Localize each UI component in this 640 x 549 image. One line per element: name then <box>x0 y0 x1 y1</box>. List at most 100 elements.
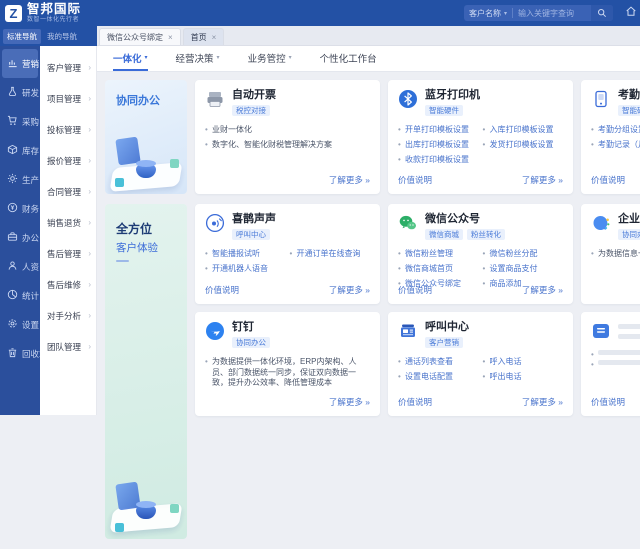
card-feature-link[interactable]: 智能播报试听 <box>205 249 286 259</box>
sidebar-item-hr[interactable]: 人资 <box>2 252 38 281</box>
search-category-dropdown[interactable]: 客户名称 ▾ <box>464 8 512 19</box>
search-button[interactable] <box>591 5 613 21</box>
tab-personal-workbench[interactable]: 个性化工作台 <box>320 46 377 71</box>
chevron-down-icon: ▾ <box>289 54 292 61</box>
tab-integration[interactable]: 一体化▾ <box>113 46 148 71</box>
sidebar-item-settings[interactable]: 设置 <box>2 310 38 339</box>
card-feature-link[interactable]: 设置电话配置 <box>398 372 479 382</box>
nav-mode-switch: 标准导航 我的导航 <box>0 26 97 46</box>
card-tag: 税控对接 <box>232 105 270 117</box>
promo-title-line1: 全方位 <box>116 220 187 237</box>
submenu-item-bidding-management[interactable]: 投标管理› <box>40 114 96 145</box>
card-feature-link[interactable]: 开通订单在线查询 <box>290 249 371 259</box>
invoice-printer-icon <box>205 89 225 109</box>
learn-more-link[interactable]: 了解更多 » <box>329 396 370 408</box>
card-title: 微信公众号 <box>425 213 505 226</box>
learn-more-link[interactable]: 了解更多 » <box>329 284 370 296</box>
chevron-right-icon: › <box>88 94 91 103</box>
submenu-item-project-management[interactable]: 项目管理› <box>40 83 96 114</box>
sidebar-item-production[interactable]: 生产 <box>2 165 38 194</box>
chevron-down-icon: ▾ <box>504 10 507 17</box>
card-feature-link[interactable]: 发货打印模板设置 <box>483 140 564 150</box>
card-feature-link[interactable]: 微信商城首页 <box>398 264 479 274</box>
submenu-item-after-sales-repair[interactable]: 售后维修› <box>40 269 96 300</box>
chevron-right-icon: › <box>88 63 91 72</box>
card-title: 蓝牙打印机 <box>425 89 480 102</box>
value-note-link[interactable]: 价值说明 <box>398 396 432 408</box>
submenu-item-sales-return[interactable]: 销售退货› <box>40 207 96 238</box>
sidebar-item-recycle-bin[interactable]: 回收站 <box>2 339 38 368</box>
card-feature-link[interactable]: 出库打印模板设置 <box>398 140 479 150</box>
submenu-item-quotation-management[interactable]: 报价管理› <box>40 145 96 176</box>
value-note-link[interactable]: 价值说明 <box>205 284 239 296</box>
tab-business-control[interactable]: 业务管控▾ <box>248 46 292 71</box>
card-feature-link[interactable]: 呼出电话 <box>483 372 564 382</box>
chevron-right-icon: › <box>88 249 91 258</box>
card-feature-link[interactable]: 收款打印模板设置 <box>398 155 479 165</box>
submenu-item-after-sales-management[interactable]: 售后管理› <box>40 238 96 269</box>
nav-tab-mine[interactable]: 我的导航 <box>43 29 81 44</box>
card-feature-link[interactable]: 开通机器人语音 <box>205 264 286 274</box>
chevron-right-icon: › <box>88 156 91 165</box>
learn-more-link[interactable]: 了解更多 » <box>329 174 370 186</box>
card-feature-link[interactable]: 考勤记录（月） <box>591 140 640 150</box>
bluetooth-icon <box>398 89 418 109</box>
card-feature-link[interactable]: 微信粉丝分配 <box>483 249 564 259</box>
card-tag: 客户营销 <box>425 337 463 349</box>
card-title: 钉钉 <box>232 321 270 334</box>
voice-broadcast-icon <box>205 213 225 233</box>
tab-business-decision[interactable]: 经营决策▾ <box>176 46 220 71</box>
value-note-link[interactable]: 价值说明 <box>398 174 432 186</box>
sidebar-item-finance[interactable]: 财务 <box>2 194 38 223</box>
chevron-right-icon: › <box>88 187 91 196</box>
doc-tab-home[interactable]: 首页 × <box>183 28 225 45</box>
tab-bar: 标准导航 我的导航 微信公众号绑定 × 首页 × <box>0 26 640 46</box>
wechat-icon <box>398 213 418 233</box>
value-note-link[interactable]: 价值说明 <box>591 396 625 408</box>
card-title: 喜鹊声声 <box>232 213 276 226</box>
erp-app: { "ui": { "caret": "▾", "chevron": "›", … <box>0 0 640 415</box>
chevron-right-icon: › <box>88 311 91 320</box>
learn-more-link[interactable]: 了解更多 » <box>522 284 563 296</box>
card-feature-link[interactable]: 呼入电话 <box>483 357 564 367</box>
sidebar-item-marketing[interactable]: 营销 <box>2 49 38 78</box>
topbar: Z 智邦国际 数智一体化先行者 客户名称 ▾ <box>0 0 640 26</box>
sidebar-item-inventory[interactable]: 库存 <box>2 136 38 165</box>
submenu-item-team-management[interactable]: 团队管理› <box>40 331 96 362</box>
card-feature: 业财一体化 <box>205 125 370 135</box>
card-feature-link[interactable]: 微信粉丝管理 <box>398 249 479 259</box>
attendance-device-icon <box>591 89 611 109</box>
learn-more-link[interactable]: 了解更多 » <box>522 396 563 408</box>
feature-card-wechat-official-account: 微信公众号 微信商城 粉丝转化 微信粉丝管理 <box>388 204 573 304</box>
card-feature-link[interactable]: 开单打印模板设置 <box>398 125 479 135</box>
feature-card-clipped: 价值说明 <box>581 312 640 416</box>
cloud-printer-icon <box>591 321 611 341</box>
sidebar-item-office[interactable]: 办公 <box>2 223 38 252</box>
card-feature-link[interactable]: 设置商品支付 <box>483 264 564 274</box>
doc-tab-wechat-binding[interactable]: 微信公众号绑定 × <box>99 28 181 45</box>
promo-banner-customer-experience: 全方位 客户体验 <box>105 204 187 539</box>
card-feature-link[interactable]: 考勤分组设置 <box>591 125 640 135</box>
submenu-item-competitor-analysis[interactable]: 对手分析› <box>40 300 96 331</box>
feature-card-auto-invoicing: 自动开票 税控对接 业财一体化 数字化、智能化财税管理解决方案 了解更多 » <box>195 80 380 194</box>
search-input[interactable] <box>513 9 591 18</box>
coin-icon <box>7 200 18 218</box>
card-title: 企业微信 <box>618 213 640 226</box>
card-feature-link[interactable]: 入库打印模板设置 <box>483 125 564 135</box>
value-note-link[interactable]: 价值说明 <box>398 284 432 296</box>
submenu-item-contract-management[interactable]: 合同管理› <box>40 176 96 207</box>
submenu-item-customer-management[interactable]: 客户管理› <box>40 52 96 83</box>
sidebar-item-purchasing[interactable]: 采购 <box>2 107 38 136</box>
card-feature-link[interactable]: 通话列表查看 <box>398 357 479 367</box>
learn-more-link[interactable]: 了解更多 » <box>522 174 563 186</box>
sidebar-item-statistics[interactable]: 统计 <box>2 281 38 310</box>
close-icon[interactable]: × <box>168 33 173 42</box>
gear-icon <box>7 171 18 189</box>
value-note-link[interactable]: 价值说明 <box>591 174 625 186</box>
nav-tab-standard[interactable]: 标准导航 <box>3 29 41 44</box>
card-title: 自动开票 <box>232 89 276 102</box>
home-button[interactable] <box>625 4 637 22</box>
close-icon[interactable]: × <box>212 33 217 42</box>
card-tag: 协同办公 <box>618 229 640 241</box>
sidebar-item-rnd[interactable]: 研发 <box>2 78 38 107</box>
